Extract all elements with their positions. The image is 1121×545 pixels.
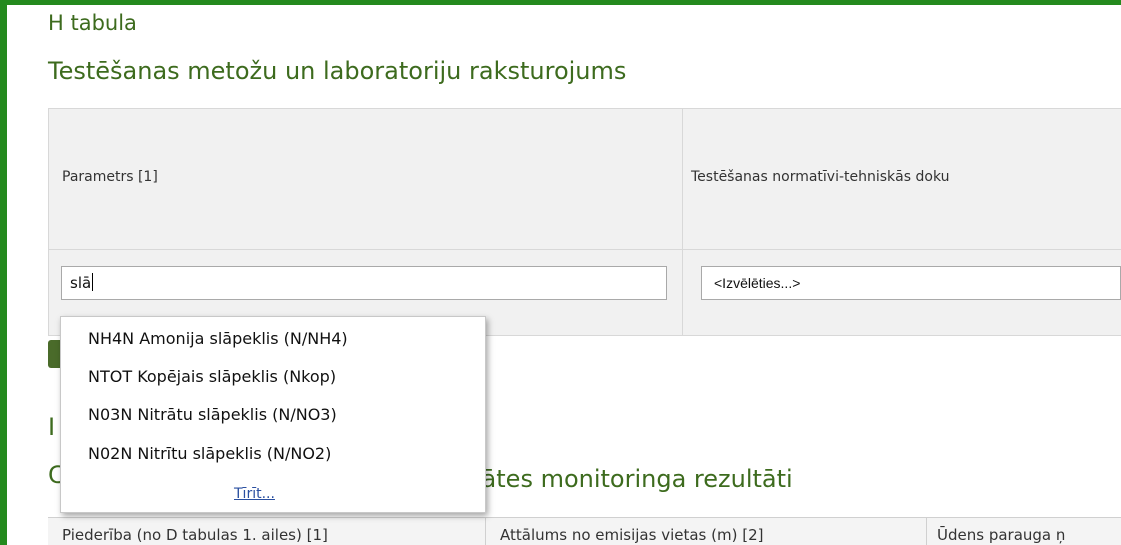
header-water-sample: Ūdens parauga ņ: [927, 518, 1121, 545]
frame-border-top: [0, 0, 1121, 5]
header-distance: Attālums no emisijas vietas (m) [2]: [486, 518, 927, 545]
header-parameter-label: Parametrs [1]: [62, 169, 158, 185]
header-distance-label: Attālums no emisijas vietas (m) [2]: [500, 526, 764, 544]
header-method-doc-label: Testēšanas normatīvi-tehniskās doku: [691, 169, 950, 185]
methods-table: Parametrs [1] Testēšanas normatīvi-tehni…: [48, 108, 1121, 336]
autocomplete-item[interactable]: NTOT Kopējais slāpeklis (Nkop): [88, 367, 336, 386]
table-header-row: Parametrs [1] Testēšanas normatīvi-tehni…: [48, 109, 1121, 250]
next-section-prefix: I: [48, 413, 56, 441]
frame-border-left: [0, 0, 7, 545]
method-select-value: <Izvēlēties...>: [714, 275, 801, 291]
autocomplete-item[interactable]: N02N Nitrītu slāpeklis (N/NO2): [88, 444, 331, 463]
text-caret: [92, 273, 94, 291]
autocomplete-item[interactable]: N03N Nitrātu slāpeklis (N/NO3): [88, 405, 337, 424]
section-title: Testēšanas metožu un laboratoriju rakstu…: [48, 57, 627, 85]
header-water-sample-label: Ūdens parauga ņ: [937, 526, 1066, 544]
header-method-doc: Testēšanas normatīvi-tehniskās doku: [682, 109, 1121, 249]
monitoring-table-header: Piederība (no D tabulas 1. ailes) [1] At…: [48, 517, 1121, 545]
autocomplete-item[interactable]: NH4N Amonija slāpeklis (N/NH4): [88, 329, 348, 348]
autocomplete-dropdown: NH4N Amonija slāpeklis (N/NH4) NTOT Kopē…: [60, 316, 486, 513]
header-affiliation-label: Piederība (no D tabulas 1. ailes) [1]: [62, 526, 328, 544]
method-select[interactable]: <Izvēlēties...>: [701, 266, 1121, 300]
page: H tabula Testēšanas metožu un laboratori…: [0, 0, 1121, 545]
header-parameter: Parametrs [1]: [48, 109, 682, 249]
parameter-input-value: slā: [70, 274, 92, 292]
parameter-search-input[interactable]: slā: [61, 266, 667, 300]
clear-link[interactable]: Tīrīt...: [234, 486, 275, 502]
section-prefix: H tabula: [48, 11, 137, 35]
header-affiliation: Piederība (no D tabulas 1. ailes) [1]: [48, 518, 486, 545]
